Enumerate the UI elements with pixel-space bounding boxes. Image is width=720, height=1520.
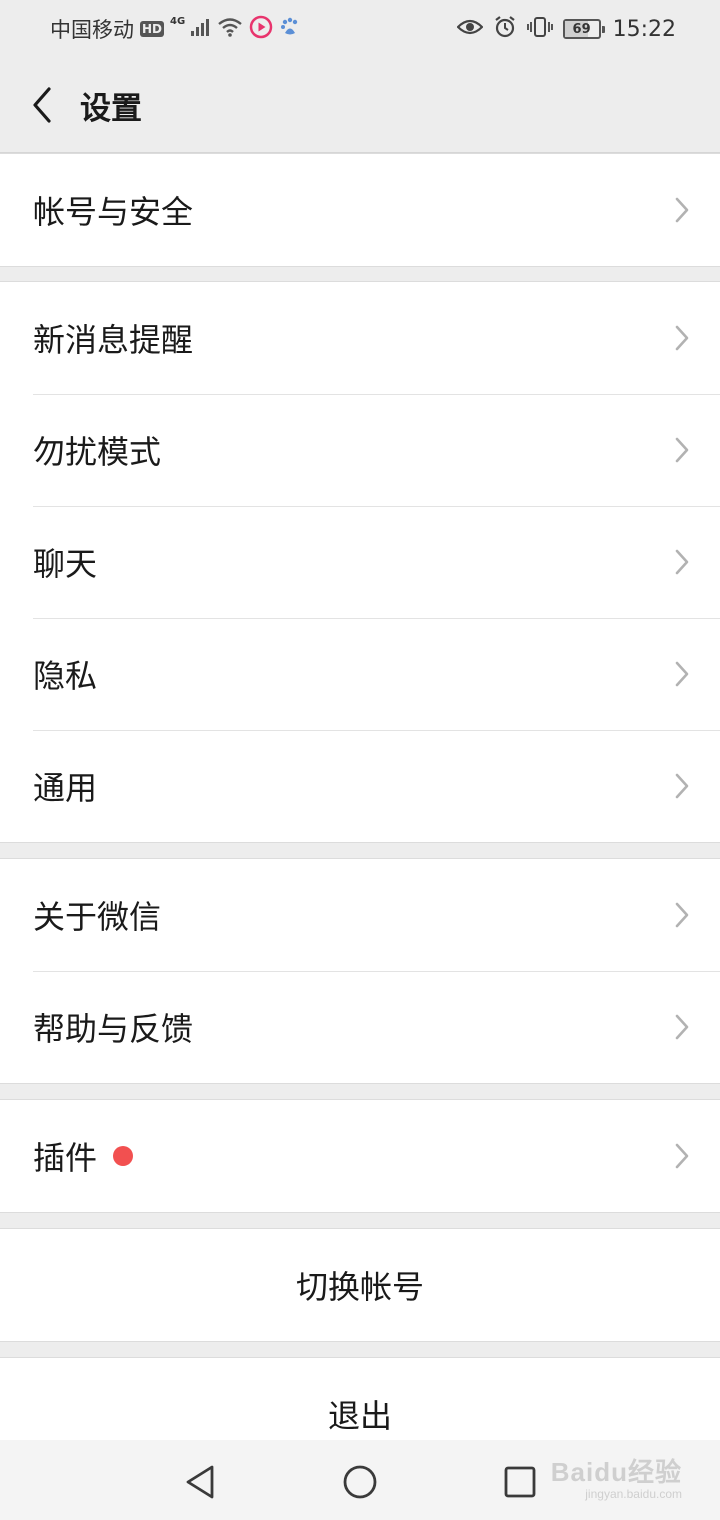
square-recents-icon — [504, 1466, 536, 1498]
triangle-back-icon — [186, 1465, 214, 1499]
wifi-icon — [217, 17, 243, 42]
watermark-main-text: Baidu经验 — [550, 1457, 682, 1487]
settings-item-label: 勿扰模式 — [33, 433, 162, 471]
hd-icon: HD — [140, 21, 165, 37]
baidu-paw-icon — [279, 16, 301, 43]
settings-item-chat[interactable]: 聊天 — [0, 506, 720, 618]
signal-icon — [191, 17, 211, 41]
settings-item-notifications[interactable]: 新消息提醒 — [0, 282, 720, 394]
system-recents-button[interactable] — [500, 1462, 540, 1502]
settings-item-label: 通用 — [33, 769, 98, 807]
system-navigation-bar: Baidu经验 jingyan.baidu.com — [0, 1440, 720, 1520]
eye-icon — [456, 17, 484, 41]
settings-item-privacy[interactable]: 隐私 — [0, 618, 720, 730]
network-type: 4G — [170, 15, 186, 27]
settings-group-main: 新消息提醒 勿扰模式 聊天 隐私 通用 — [0, 281, 720, 843]
header: 设置 — [0, 58, 720, 152]
chevron-right-icon — [675, 1143, 689, 1169]
logout-button[interactable]: 退出 — [0, 1358, 720, 1440]
chevron-right-icon — [675, 661, 689, 687]
switch-account-group: 切换帐号 — [0, 1228, 720, 1342]
status-right: 69 15:22 — [456, 15, 676, 44]
chevron-right-icon — [675, 437, 689, 463]
carrier-name: 中国移动 — [50, 18, 134, 42]
status-time: 15:22 — [612, 16, 676, 42]
settings-item-label: 关于微信 — [33, 898, 162, 936]
settings-group-plugins: 插件 — [0, 1099, 720, 1213]
video-app-icon — [249, 15, 273, 44]
baidu-watermark: Baidu经验 jingyan.baidu.com — [551, 1452, 682, 1501]
settings-item-label: 聊天 — [33, 545, 98, 583]
settings-item-do-not-disturb[interactable]: 勿扰模式 — [0, 394, 720, 506]
chevron-right-icon — [675, 325, 689, 351]
settings-item-account-security[interactable]: 帐号与安全 — [0, 154, 720, 266]
settings-item-label: 帐号与安全 — [33, 193, 194, 231]
settings-item-label: 插件 — [33, 1139, 98, 1177]
settings-item-label: 新消息提醒 — [33, 321, 194, 359]
settings-item-general[interactable]: 通用 — [0, 730, 720, 842]
switch-account-button[interactable]: 切换帐号 — [0, 1229, 720, 1341]
chevron-right-icon — [675, 549, 689, 575]
circle-home-icon — [343, 1465, 377, 1499]
back-button[interactable] — [24, 85, 60, 125]
settings-group-account: 帐号与安全 — [0, 153, 720, 267]
vibrate-icon — [526, 16, 553, 43]
status-left: 中国移动 HD 4G — [50, 14, 301, 44]
settings-item-about-wechat[interactable]: 关于微信 — [0, 859, 720, 971]
system-back-button[interactable] — [180, 1462, 220, 1502]
settings-item-plugins[interactable]: 插件 — [0, 1100, 720, 1212]
page-title: 设置 — [80, 90, 142, 127]
logout-group: 退出 — [0, 1357, 720, 1440]
chevron-right-icon — [675, 1014, 689, 1040]
settings-item-label: 隐私 — [33, 657, 98, 695]
chevron-left-icon — [33, 87, 51, 123]
settings-item-help-feedback[interactable]: 帮助与反馈 — [0, 971, 720, 1083]
chevron-right-icon — [675, 773, 689, 799]
chevron-right-icon — [675, 197, 689, 223]
status-bar: 中国移动 HD 4G 69 15:22 — [0, 0, 720, 58]
watermark-sub-text: jingyan.baidu.com — [585, 1487, 682, 1501]
alarm-icon — [493, 15, 517, 44]
settings-group-about: 关于微信 帮助与反馈 — [0, 858, 720, 1084]
battery-level: 69 — [572, 21, 591, 37]
new-badge-dot — [113, 1146, 134, 1166]
battery-icon: 69 — [562, 19, 605, 39]
chevron-right-icon — [675, 902, 689, 928]
settings-item-label: 帮助与反馈 — [33, 1010, 194, 1048]
system-home-button[interactable] — [340, 1462, 380, 1502]
